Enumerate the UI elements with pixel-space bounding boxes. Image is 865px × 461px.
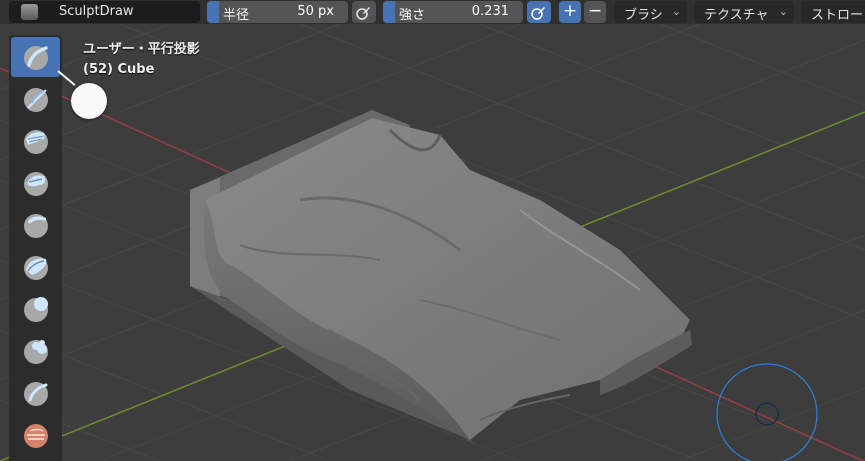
clay-brush-icon: [24, 130, 48, 154]
strength-field[interactable]: 強さ 0.231: [383, 1, 523, 23]
tool-draw[interactable]: [11, 37, 60, 77]
chevron-down-icon: ⌄: [778, 5, 788, 18]
inflate-brush-icon: [24, 256, 48, 280]
radius-pressure-toggle[interactable]: [352, 1, 376, 23]
pen-pressure-icon: [356, 7, 370, 20]
draw-sharp-brush-icon: [24, 88, 48, 112]
tool-header: SculptDraw 半径 50 px 強さ 0.231 + − ブラシ ⌄ テ…: [0, 0, 865, 24]
stroke-menu-dropdown[interactable]: ストロー: [801, 1, 865, 23]
object-info-label: (52) Cube: [83, 62, 155, 77]
view-name-label: ユーザー・平行投影: [83, 42, 200, 57]
texture-menu-dropdown[interactable]: テクスチャ ⌄: [694, 1, 794, 23]
tool-inflate[interactable]: [11, 247, 60, 287]
brush-name: SculptDraw: [59, 4, 134, 19]
tool-flatten[interactable]: [11, 415, 60, 455]
smooth-brush-icon: [24, 382, 48, 406]
3d-viewport[interactable]: [0, 24, 865, 461]
tool-crease[interactable]: [11, 331, 60, 371]
sculpt-toolbar: [9, 35, 62, 461]
radius-field[interactable]: 半径 50 px: [207, 1, 348, 23]
tool-clay-strips[interactable]: [11, 163, 60, 203]
tool-smooth[interactable]: [11, 373, 60, 413]
mouse-pointer-indicator: [71, 83, 107, 119]
clay-strips-brush-icon: [24, 172, 48, 196]
radius-value: 50 px: [297, 4, 334, 19]
add-direction-button[interactable]: +: [559, 1, 581, 23]
crease-brush-icon: [24, 340, 48, 364]
brush-thumbnail-icon: [21, 4, 38, 20]
bed-mesh: [190, 110, 692, 445]
blob-brush-icon: [24, 297, 48, 322]
tool-layer[interactable]: [11, 205, 60, 245]
brush-selector[interactable]: SculptDraw: [9, 1, 200, 23]
layer-brush-icon: [24, 214, 48, 238]
brush-menu-label: ブラシ: [624, 8, 663, 23]
flatten-brush-icon: [24, 424, 48, 448]
tool-blob[interactable]: [11, 289, 60, 329]
viewport-scene[interactable]: [0, 24, 865, 461]
tool-draw-sharp[interactable]: [11, 79, 60, 119]
strength-label: 強さ: [399, 8, 426, 23]
strength-pressure-toggle[interactable]: [527, 1, 551, 23]
stroke-menu-label: ストロー: [811, 8, 864, 23]
brush-menu-dropdown[interactable]: ブラシ ⌄: [614, 1, 687, 23]
tool-clay[interactable]: [11, 121, 60, 161]
subtract-direction-button[interactable]: −: [584, 1, 606, 23]
pen-pressure-icon: [531, 7, 545, 20]
texture-menu-label: テクスチャ: [704, 8, 769, 23]
radius-label: 半径: [223, 8, 250, 23]
chevron-down-icon: ⌄: [671, 5, 681, 18]
draw-brush-icon: [24, 46, 48, 70]
strength-value: 0.231: [471, 4, 509, 19]
